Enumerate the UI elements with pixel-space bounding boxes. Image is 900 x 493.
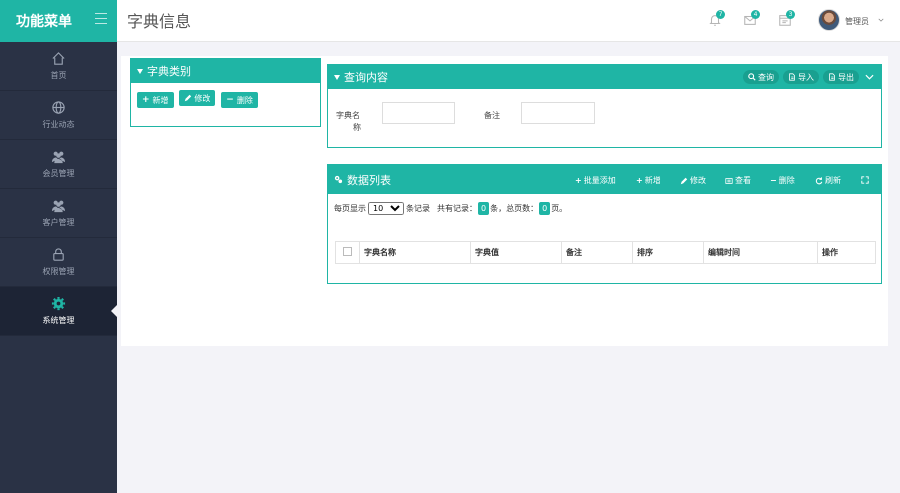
per-page-suffix: 条记录 [406, 204, 430, 213]
delete-button[interactable]: − 删除 [770, 175, 795, 186]
sidebar-item-label: 系统管理 [42, 316, 75, 325]
menu-toggle-icon[interactable] [95, 13, 107, 25]
sidebar-item-label: 首页 [50, 71, 67, 80]
column-header[interactable]: 字典名称 [359, 241, 471, 264]
column-header[interactable]: 排序 [632, 241, 704, 264]
gears-icon [334, 175, 343, 184]
lock-icon [53, 248, 64, 261]
globe-icon [52, 101, 65, 114]
name-label-wrap: 称 [353, 123, 361, 132]
sidebar-item-customers[interactable]: 客户管理 [0, 189, 117, 238]
sidebar: 功能菜单 首页 行业动态 会员管理 客户管理 权限管理 系统管理 [0, 0, 117, 493]
refresh-button[interactable]: 刷新 [815, 175, 841, 186]
search-button[interactable]: 查询 [743, 70, 779, 84]
chevron-down-icon[interactable] [878, 17, 884, 23]
sidebar-item-home[interactable]: 首页 [0, 42, 117, 91]
column-header[interactable]: 编辑时间 [703, 241, 818, 264]
mail-badge: 4 [751, 10, 760, 19]
category-panel-title: 字典类别 [147, 65, 191, 78]
category-add-button[interactable]: + 新增 [137, 92, 174, 108]
sidebar-item-label: 客户管理 [42, 218, 75, 227]
select-all-checkbox[interactable] [343, 247, 352, 256]
remark-label: 备注 [484, 111, 500, 120]
top-header: 字典信息 7 4 3 管理员 [117, 0, 900, 42]
total-suffix: 条，总页数： [490, 204, 539, 213]
plus-icon: + [636, 176, 643, 185]
pencil-icon [185, 94, 192, 102]
query-panel: 查询内容 查询 导入 导出 字典名 称 备注 [327, 64, 882, 148]
category-panel-header: 字典类别 [131, 59, 320, 83]
main-content: 字典类别 +新增 修改 −删除 查询内容 查询 导入 导出 字典名 称 备注 [117, 42, 900, 493]
bell-badge: 7 [716, 10, 725, 19]
query-panel-header: 查询内容 查询 导入 导出 [328, 65, 881, 89]
avatar[interactable] [818, 9, 840, 31]
category-delete-button[interactable]: − 删除 [221, 92, 258, 108]
column-header: 操作 [817, 241, 876, 264]
sidebar-item-permissions[interactable]: 权限管理 [0, 238, 117, 287]
minus-icon: − [770, 176, 777, 185]
import-button[interactable]: 导入 [783, 70, 819, 84]
filter-icon [334, 74, 340, 80]
list-icon [725, 177, 733, 184]
users-icon [51, 200, 66, 213]
sidebar-item-label: 行业动态 [42, 120, 75, 129]
file-import-icon [789, 73, 795, 81]
list-panel-header: 数据列表 + 批量添加 + 新增 修改 查看 − 删除 刷新 [328, 165, 881, 194]
query-actions: 查询 导入 导出 [739, 70, 859, 84]
sidebar-item-label: 权限管理 [42, 267, 75, 276]
category-toolbar: + 新增 修改 − 删除 [131, 83, 320, 115]
username[interactable]: 管理员 [845, 16, 869, 27]
total-count-badge: 0 [478, 202, 490, 215]
filter-icon [137, 68, 143, 74]
total-prefix: 共有记录： [437, 204, 477, 213]
add-button[interactable]: + 新增 [636, 175, 661, 186]
sidebar-item-system[interactable]: 系统管理 [0, 287, 117, 336]
remark-input[interactable] [521, 102, 595, 124]
home-icon [52, 52, 65, 65]
sidebar-item-label: 会员管理 [42, 169, 75, 178]
file-export-icon [829, 73, 835, 81]
pager: 每页显示 10 条记录 共有记录： 0 条，总页数： 0 页。 [334, 202, 567, 215]
brand-title: 功能菜单 [16, 14, 72, 30]
table-header-row: 字典名称 字典值 备注 排序 编辑时间 操作 [335, 241, 876, 264]
fullscreen-icon[interactable] [861, 176, 869, 184]
tasks-badge: 3 [786, 10, 795, 19]
gear-icon [51, 296, 66, 311]
brand: 功能菜单 [0, 0, 117, 42]
refresh-icon [815, 176, 823, 184]
edit-button[interactable]: 修改 [680, 175, 706, 186]
per-page-select[interactable]: 10 [368, 202, 404, 215]
minus-icon: − [226, 95, 234, 105]
users-icon [51, 151, 66, 164]
batch-add-button[interactable]: + 批量添加 [575, 175, 616, 186]
pencil-icon [680, 177, 688, 184]
per-page-prefix: 每页显示 [334, 204, 366, 213]
list-panel: 数据列表 + 批量添加 + 新增 修改 查看 − 删除 刷新 每页显示 10 条记录 … [327, 164, 882, 284]
export-button[interactable]: 导出 [823, 70, 859, 84]
column-header[interactable]: 字典值 [470, 241, 562, 264]
name-label: 字典名 [336, 111, 360, 120]
search-icon [748, 73, 756, 81]
page-suffix: 页。 [551, 204, 568, 213]
category-edit-button[interactable]: 修改 [179, 90, 216, 106]
page-title: 字典信息 [127, 12, 192, 31]
list-panel-title: 数据列表 [347, 173, 391, 187]
sidebar-item-members[interactable]: 会员管理 [0, 140, 117, 189]
select-all-cell[interactable] [335, 241, 360, 264]
data-table: 字典名称 字典值 备注 排序 编辑时间 操作 [335, 241, 876, 264]
query-panel-title: 查询内容 [344, 71, 388, 84]
page-count-badge: 0 [539, 202, 551, 215]
plus-icon: + [575, 176, 582, 185]
view-button[interactable]: 查看 [725, 175, 751, 186]
dict-name-input[interactable] [382, 102, 455, 124]
column-header[interactable]: 备注 [561, 241, 633, 264]
chevron-down-icon[interactable] [865, 73, 874, 81]
sidebar-item-news[interactable]: 行业动态 [0, 91, 117, 140]
category-panel: 字典类别 + 新增 修改 − 删除 [130, 58, 321, 127]
plus-icon: + [142, 95, 150, 105]
